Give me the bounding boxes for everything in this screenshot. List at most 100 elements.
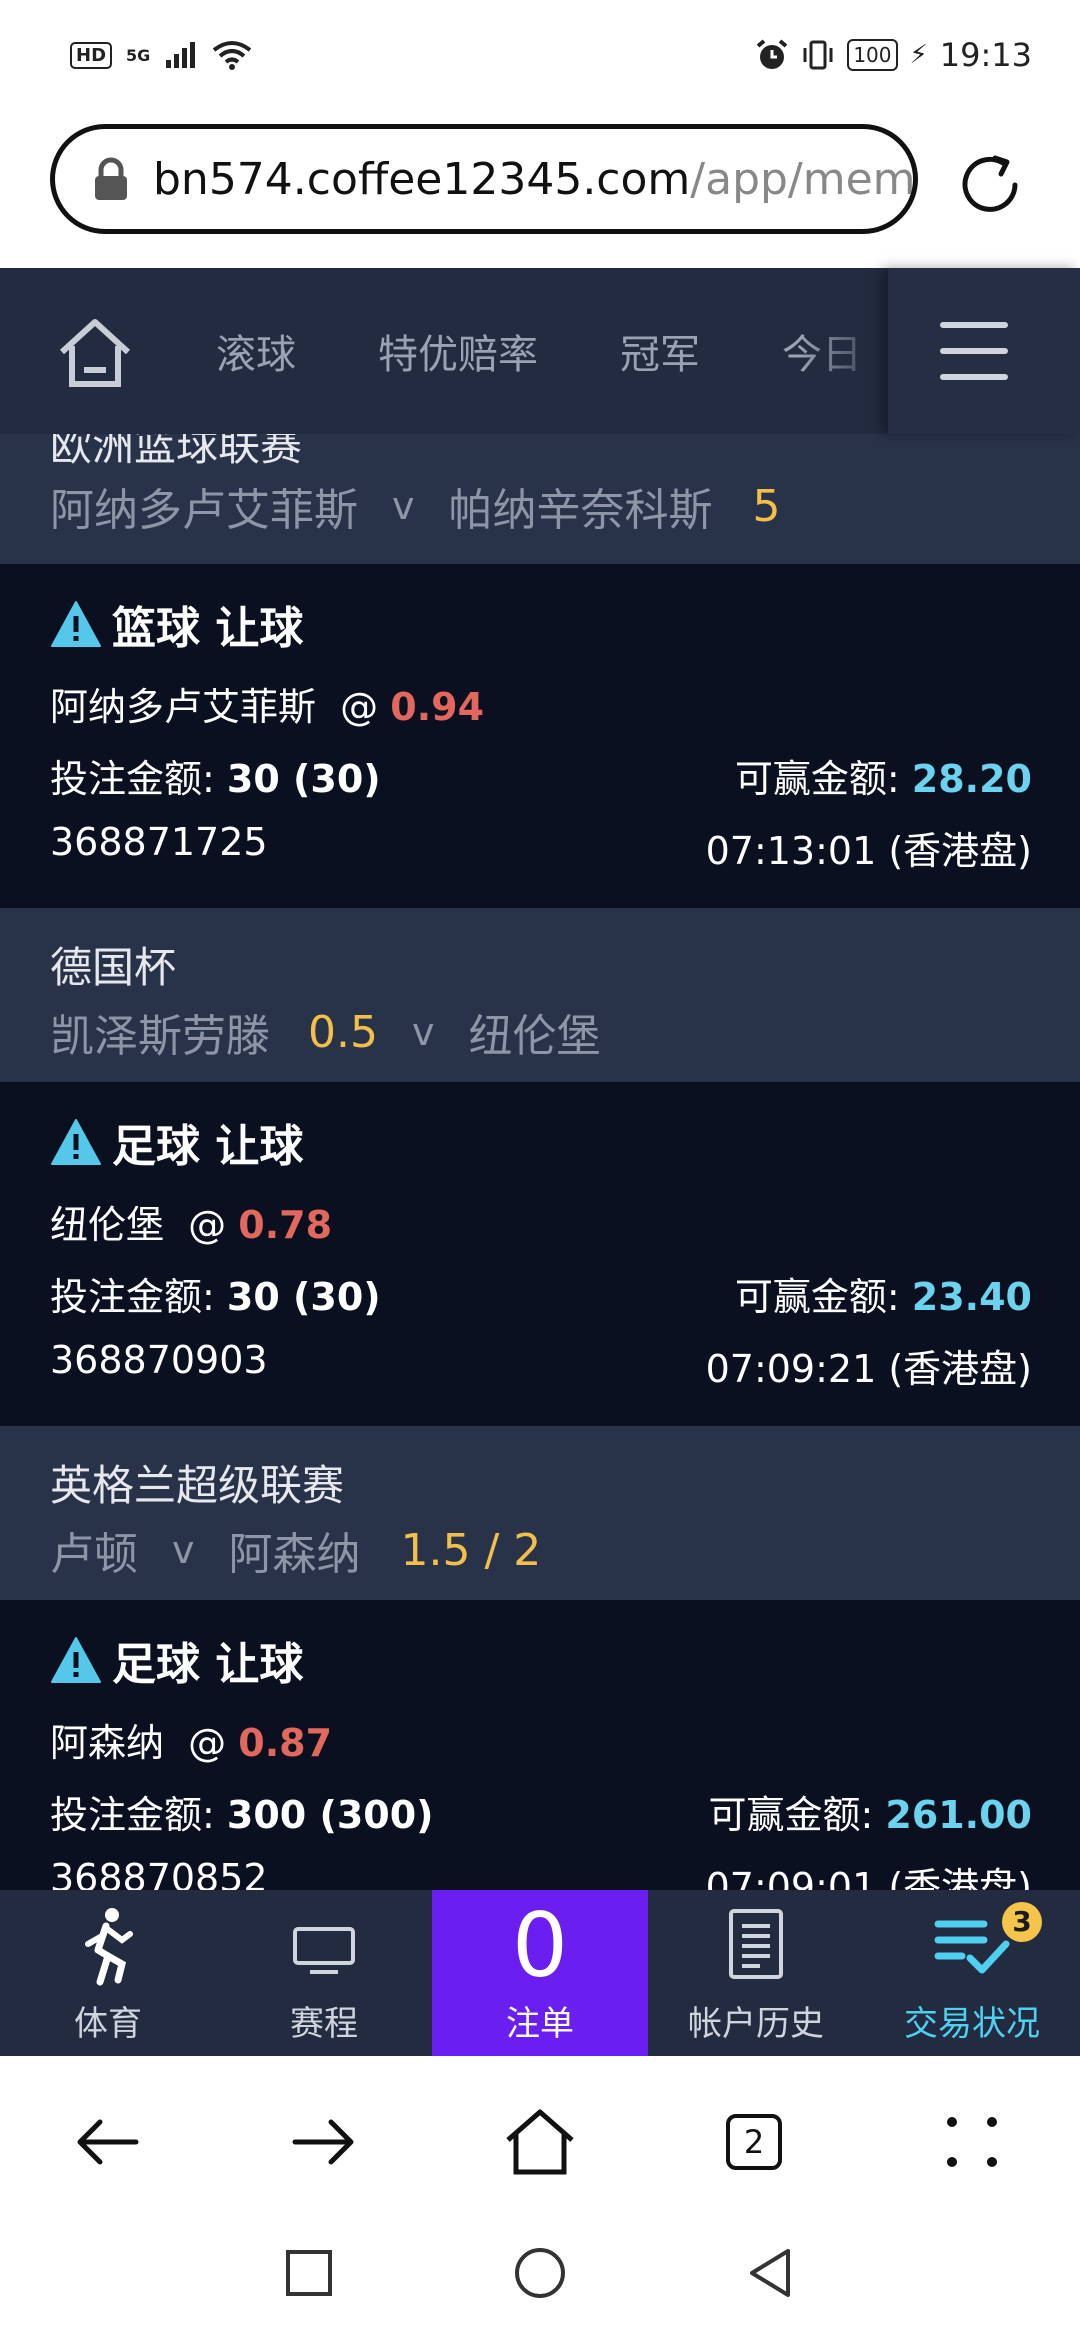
stake-row: 投注金额: 30 (30) 可赢金额: 28.20 — [50, 748, 1032, 803]
odds-value: 0.78 — [238, 1203, 333, 1247]
stake-label: 投注金额: — [50, 1275, 215, 1319]
away-team: 帕纳辛奈科斯 — [448, 485, 713, 536]
status-left: HD 5G — [70, 40, 252, 70]
bottom-tab-bar: 体育 赛程 0 注单 帐户历史 3 交易状况 — [0, 1890, 1080, 2056]
back-arrow-icon[interactable] — [70, 2104, 146, 2180]
clock: 19:13 — [939, 36, 1032, 74]
away-team: 纽伦堡 — [468, 1011, 601, 1062]
stake-amount: 300 (300) — [226, 1793, 434, 1837]
document-icon — [729, 1909, 783, 1979]
lock-icon — [95, 157, 127, 200]
tab-label: 交易状况 — [904, 2004, 1040, 2044]
vs-label: v — [411, 1010, 435, 1054]
match-teams: 阿纳多卢艾菲斯 v 帕纳辛奈科斯 5 — [50, 474, 781, 538]
bet-title: 篮球 让球 — [112, 603, 304, 654]
ticket-id: 368871725 — [50, 820, 268, 864]
at-sign: @ — [316, 685, 391, 729]
stake-amount: 30 (30) — [226, 757, 381, 801]
vs-label: v — [392, 484, 415, 528]
tab-best-odds[interactable]: 特优赔率 — [378, 322, 538, 380]
menu-icon-bar — [940, 374, 1008, 380]
more-options-icon[interactable] — [934, 2104, 1010, 2180]
win-amount: 23.40 — [911, 1275, 1032, 1319]
bet-type: 篮球 让球 — [50, 592, 303, 656]
bet-list[interactable]: 欧洲篮球联赛 阿纳多卢艾菲斯 v 帕纳辛奈科斯 5 篮球 让球 阿纳多卢艾菲斯 … — [0, 434, 1080, 1890]
address-field[interactable]: bn574.coffee12345.com/app/mem — [50, 124, 918, 234]
stake-amount: 30 (30) — [226, 1275, 381, 1319]
ticket-id: 368870852 — [50, 1856, 268, 1890]
ticket-row: 368870903 07:09:21 (香港盘) — [50, 1338, 1032, 1393]
home-icon[interactable] — [56, 316, 134, 390]
win-label: 可赢金额: — [734, 1275, 900, 1319]
warning-icon — [51, 1119, 101, 1165]
warning-icon — [51, 1637, 101, 1683]
ticket-row: 368871725 07:13:01 (香港盘) — [50, 820, 1032, 875]
bet-type: 足球 让球 — [50, 1110, 303, 1174]
tabs-count-button[interactable]: 2 — [726, 2114, 782, 2170]
reload-icon[interactable] — [955, 150, 1025, 220]
tab-trade-status[interactable]: 3 交易状况 — [864, 1890, 1080, 2056]
hd-indicator: HD — [70, 41, 113, 69]
bet-pick: 阿森纳 @ 0.87 — [50, 1712, 332, 1767]
tab-account-history[interactable]: 帐户历史 — [648, 1890, 864, 2056]
tab-sports[interactable]: 体育 — [0, 1890, 216, 2056]
match-header: 英格兰超级联赛 卢顿 v 阿森纳 1.5 / 2 — [0, 1426, 1080, 1600]
tab-bet-slip[interactable]: 0 注单 — [432, 1890, 648, 2056]
bet-time: 07:09:01 (香港盘) — [705, 1865, 1032, 1890]
bet-card: 足球 让球 阿森纳 @ 0.87 投注金额: 300 (300) 可赢金额: 2… — [0, 1600, 1080, 1890]
stake-row: 投注金额: 30 (30) 可赢金额: 23.40 — [50, 1266, 1032, 1321]
handicap-value: 0.5 — [308, 1006, 378, 1058]
match-teams: 凯泽斯劳滕 0.5 v 纽伦堡 — [50, 1000, 600, 1064]
stake: 投注金额: 30 (30) — [50, 748, 381, 803]
bet-card: 篮球 让球 阿纳多卢艾菲斯 @ 0.94 投注金额: 30 (30) 可赢金额:… — [0, 564, 1080, 904]
tab-live[interactable]: 滚球 — [216, 322, 296, 380]
back-triangle-icon[interactable] — [744, 2245, 794, 2301]
tv-icon — [293, 1927, 355, 1974]
pick-team: 阿纳多卢艾菲斯 — [50, 685, 317, 729]
bet-title: 足球 让球 — [112, 1121, 304, 1172]
network-type: 5G — [126, 45, 151, 65]
stake-label: 投注金额: — [50, 1793, 215, 1837]
forward-arrow-icon[interactable] — [285, 2104, 361, 2180]
url-domain: bn574.coffee12345.com — [153, 153, 691, 205]
match-header: 德国杯 凯泽斯劳滕 0.5 v 纽伦堡 — [0, 908, 1080, 1082]
stake: 投注金额: 300 (300) — [50, 1784, 434, 1839]
league-name: 德国杯 — [50, 943, 177, 992]
status-right: 100 ⚡ 19:13 — [755, 36, 1032, 74]
bet-pick: 阿纳多卢艾菲斯 @ 0.94 — [50, 676, 484, 731]
stake-label: 投注金额: — [50, 757, 215, 801]
home-team: 阿纳多卢艾菲斯 — [50, 485, 358, 536]
recents-square-icon[interactable] — [284, 2248, 334, 2298]
charging-icon: ⚡ — [909, 40, 928, 70]
tab-outright[interactable]: 冠军 — [620, 322, 700, 380]
league-name: 欧洲篮球联赛 — [50, 434, 303, 470]
potential-win: 可赢金额: 28.20 — [735, 748, 1032, 803]
battery-indicator: 100 — [847, 39, 898, 71]
tab-label: 体育 — [74, 2004, 142, 2044]
wifi-icon — [213, 41, 252, 70]
alarm-icon — [757, 39, 788, 69]
home-circle-icon[interactable] — [512, 2245, 568, 2301]
system-nav-bar — [0, 2226, 1080, 2340]
bet-pick: 纽伦堡 @ 0.78 — [50, 1194, 332, 1249]
odds-value: 0.87 — [238, 1721, 333, 1765]
signal-icon — [166, 42, 196, 68]
home-icon[interactable] — [502, 2104, 578, 2180]
menu-button[interactable] — [888, 268, 1080, 434]
pick-team: 阿森纳 — [50, 1721, 165, 1765]
tab-schedule[interactable]: 赛程 — [216, 1890, 432, 2056]
handicap-value: 5 — [752, 480, 781, 532]
league-name: 英格兰超级联赛 — [50, 1461, 345, 1510]
potential-win: 可赢金额: 261.00 — [708, 1784, 1032, 1839]
app-top-nav: 滚球 特优赔率 冠军 今日 — [0, 268, 1080, 434]
pick-team: 纽伦堡 — [50, 1203, 165, 1247]
ticket-id: 368870903 — [50, 1338, 268, 1382]
warning-icon — [51, 601, 101, 647]
nav-fade — [800, 268, 890, 434]
at-sign: @ — [164, 1203, 239, 1247]
match-header: 欧洲篮球联赛 阿纳多卢艾菲斯 v 帕纳辛奈科斯 5 — [0, 434, 1080, 564]
vibrate-icon — [803, 40, 833, 70]
odds-value: 0.94 — [390, 685, 485, 729]
vs-label: v — [172, 1528, 195, 1572]
browser-url-bar: bn574.coffee12345.com/app/mem — [0, 120, 1080, 268]
